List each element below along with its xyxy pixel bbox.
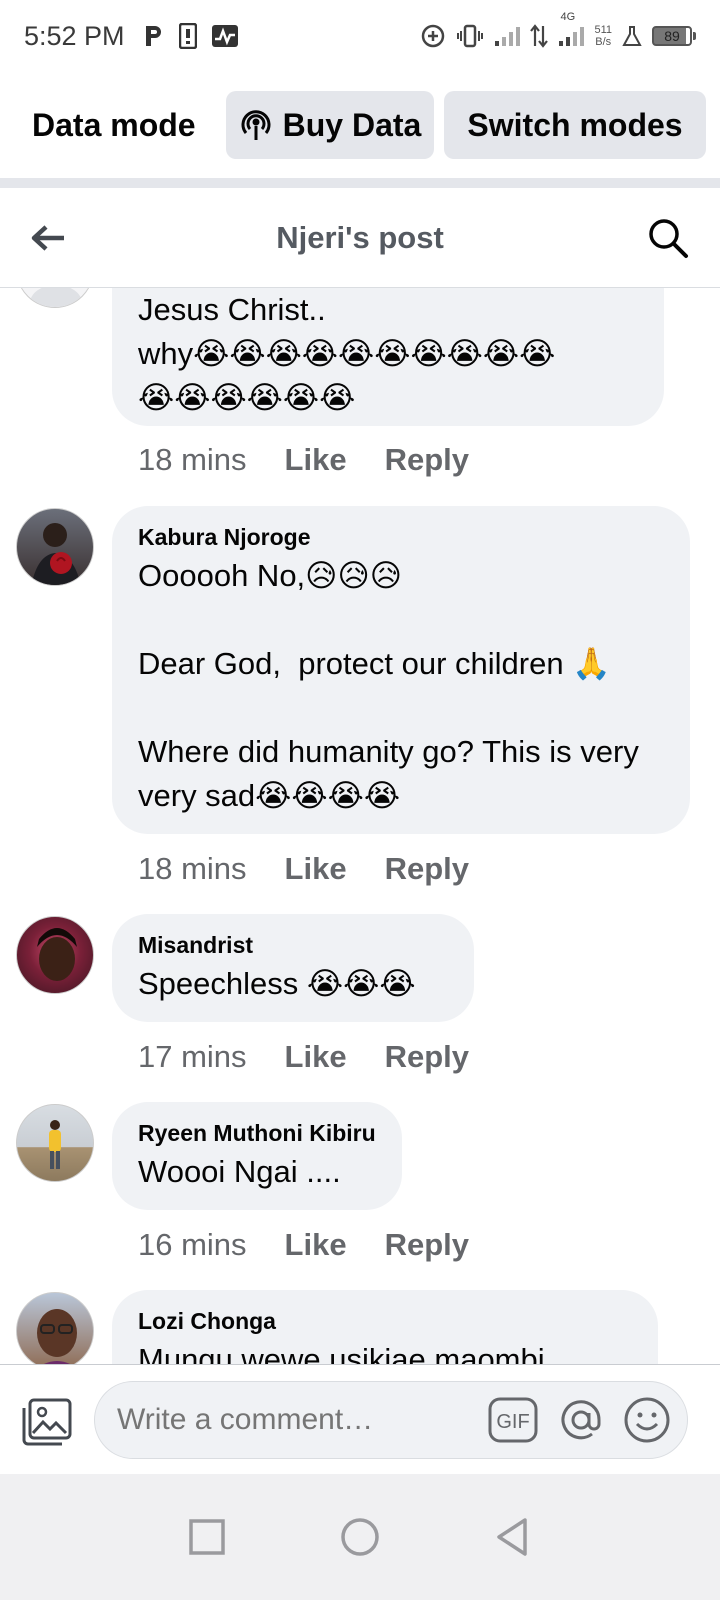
broadcast-icon: [239, 108, 273, 142]
avatar[interactable]: [16, 1104, 94, 1182]
reply-button[interactable]: Reply: [385, 851, 469, 887]
battery-level: 89: [652, 26, 692, 46]
status-time: 5:52 PM: [24, 20, 125, 51]
data-transfer-icon: [530, 23, 549, 49]
gif-label: GIF: [496, 1411, 529, 1433]
comment-bubble[interactable]: Misandrist Speechless 😭😭😭: [112, 914, 474, 1022]
section-divider: [0, 178, 720, 188]
sim-icon: [178, 23, 197, 49]
parking-icon: [143, 23, 165, 49]
switch-modes-label: Switch modes: [467, 106, 683, 143]
network-type-label: 4G: [560, 11, 576, 23]
status-system-icons: 4G 511 B/s 89: [420, 11, 696, 49]
comment-text: Oooooh No,😥😥😥 Dear God, protect our chil…: [138, 558, 639, 813]
comment-text: Woooi Ngai ....: [138, 1154, 341, 1189]
gif-button[interactable]: GIF: [488, 1395, 538, 1445]
comment-text-line: Jesus Christ..: [138, 292, 326, 327]
comment-text-line: why😭😭😭😭😭😭😭😭😭😭: [138, 336, 556, 371]
comment-bubble[interactable]: Jesus Christ.. why😭😭😭😭😭😭😭😭😭😭 😭😭😭😭😭😭: [112, 288, 664, 426]
comment-time: 17 mins: [138, 1039, 247, 1074]
comments-list[interactable]: Jesus Christ.. why😭😭😭😭😭😭😭😭😭😭 😭😭😭😭😭😭 18 m…: [0, 288, 720, 1364]
mention-button[interactable]: [556, 1395, 606, 1445]
home-button[interactable]: [338, 1515, 382, 1559]
network-speed-unit: B/s: [595, 36, 612, 48]
comment-bubble[interactable]: Ryeen Muthoni Kibiru Woooi Ngai ....: [112, 1102, 402, 1210]
circle-icon: [341, 1518, 379, 1556]
post-header: Njeri's post: [0, 188, 720, 288]
battery-tip: [693, 32, 696, 40]
buy-data-label: Buy Data: [282, 106, 422, 143]
comment-composer: GIF: [0, 1364, 720, 1474]
comment-actions: 18 mins Like Reply: [138, 851, 469, 887]
reply-button[interactable]: Reply: [385, 1227, 469, 1263]
comment-text: Speechless 😭😭😭: [138, 966, 416, 1001]
system-back-button[interactable]: [491, 1515, 535, 1559]
buy-data-button[interactable]: Buy Data: [226, 91, 434, 159]
network-speed: 511 B/s: [594, 24, 612, 48]
comment-text: Mungu wewe usikiae maombi: [138, 1342, 545, 1364]
comment-time: 18 mins: [138, 851, 247, 886]
emoji-button[interactable]: [622, 1395, 672, 1445]
photo-button[interactable]: [20, 1397, 74, 1447]
search-button[interactable]: [646, 216, 690, 260]
comment-author[interactable]: Lozi Chonga: [138, 1304, 632, 1338]
square-icon: [188, 1519, 225, 1555]
mention-icon: [561, 1400, 601, 1440]
photo-icon: [22, 1398, 72, 1446]
comment-actions: 17 mins Like Reply: [138, 1039, 469, 1075]
avatar[interactable]: [16, 508, 94, 586]
like-button[interactable]: Like: [285, 442, 347, 478]
like-button[interactable]: Like: [285, 1227, 347, 1263]
recents-button[interactable]: [185, 1515, 229, 1559]
comment-author[interactable]: Kabura Njoroge: [138, 520, 664, 554]
comment-text-line: 😭😭😭😭😭😭: [138, 380, 356, 415]
comment-bubble[interactable]: Lozi Chonga Mungu wewe usikiae maombi: [112, 1290, 658, 1364]
reply-button[interactable]: Reply: [385, 1039, 469, 1075]
switch-modes-button[interactable]: Switch modes: [444, 91, 706, 159]
activity-icon: [211, 23, 239, 49]
data-saver-icon: [420, 23, 446, 49]
signal-icon-1: [494, 23, 521, 49]
comment-bubble[interactable]: Kabura Njoroge Oooooh No,😥😥😥 Dear God, p…: [112, 506, 690, 834]
status-bar: 5:52 PM 4G 511 B/s 89: [0, 0, 720, 72]
data-mode-bar: Data mode Buy Data Switch modes: [0, 88, 720, 162]
comment-time: 18 mins: [138, 442, 247, 477]
comment-actions: 16 mins Like Reply: [138, 1227, 469, 1263]
comment-time: 16 mins: [138, 1227, 247, 1262]
back-arrow-icon: [31, 225, 64, 251]
battery-indicator: 89: [652, 26, 696, 46]
emoji-icon: [624, 1397, 670, 1443]
avatar[interactable]: [16, 288, 94, 308]
data-mode-label: Data mode: [32, 106, 196, 143]
like-button[interactable]: Like: [285, 1039, 347, 1075]
reply-button[interactable]: Reply: [385, 442, 469, 478]
signal-4g-icon: 4G: [558, 11, 585, 49]
status-notification-icons: [143, 23, 239, 49]
page-title: Njeri's post: [276, 219, 444, 255]
comment-actions: 18 mins Like Reply: [138, 442, 469, 478]
like-button[interactable]: Like: [285, 851, 347, 887]
flask-icon: [622, 23, 642, 49]
triangle-icon: [497, 1518, 528, 1556]
system-navigation-bar: [0, 1474, 720, 1600]
avatar[interactable]: [16, 916, 94, 994]
comment-author[interactable]: Ryeen Muthoni Kibiru: [138, 1116, 376, 1150]
back-button[interactable]: [28, 218, 68, 258]
network-speed-value: 511: [594, 24, 612, 36]
avatar[interactable]: [16, 1292, 94, 1364]
screen: 5:52 PM 4G 511 B/s 89 Data mode Buy Data…: [0, 0, 720, 1600]
comment-author[interactable]: Misandrist: [138, 928, 448, 962]
search-icon: [649, 219, 688, 258]
vibrate-icon: [456, 23, 484, 49]
